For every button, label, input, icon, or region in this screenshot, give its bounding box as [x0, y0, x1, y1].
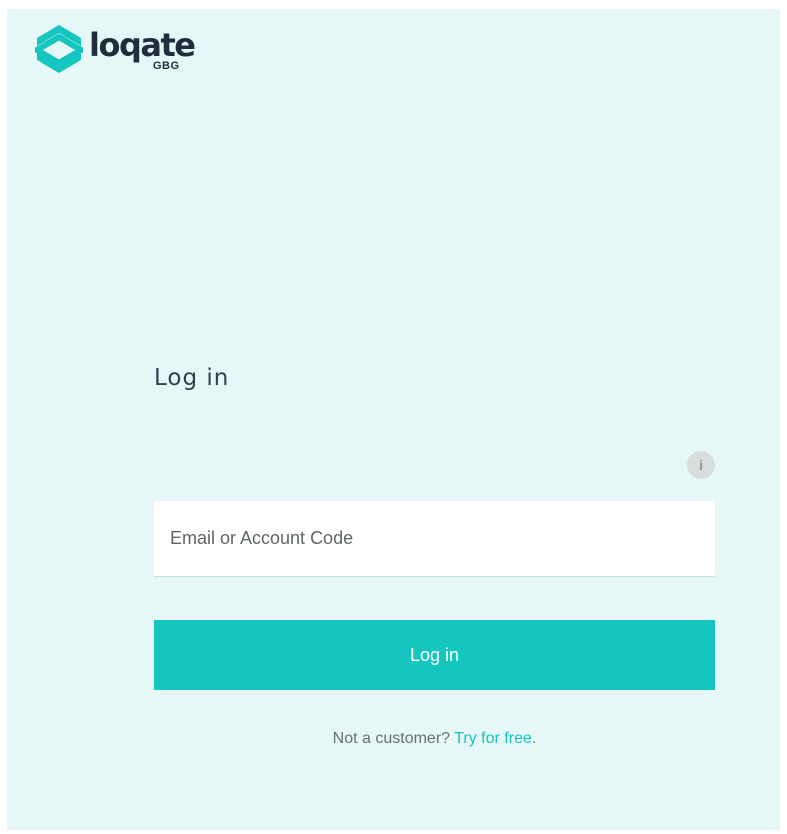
page-title: Log in	[154, 365, 230, 391]
info-icon[interactable]: i	[687, 451, 715, 479]
login-panel: loqate GBG Log in i Log in Not a custome…	[7, 9, 780, 830]
brand-logo[interactable]: loqate GBG	[35, 23, 215, 83]
brand-sub: GBG	[153, 60, 180, 72]
signup-prompt-text: Not a customer?	[332, 730, 455, 747]
loqate-diamond-logo-icon	[35, 25, 83, 73]
brand-name: loqate	[89, 26, 196, 64]
login-button[interactable]: Log in	[154, 620, 715, 690]
email-field[interactable]	[154, 501, 715, 577]
try-for-free-link[interactable]: Try for free	[454, 730, 532, 747]
signup-trailing: .	[531, 730, 537, 747]
signup-prompt: Not a customer? Try for free.	[154, 730, 715, 748]
